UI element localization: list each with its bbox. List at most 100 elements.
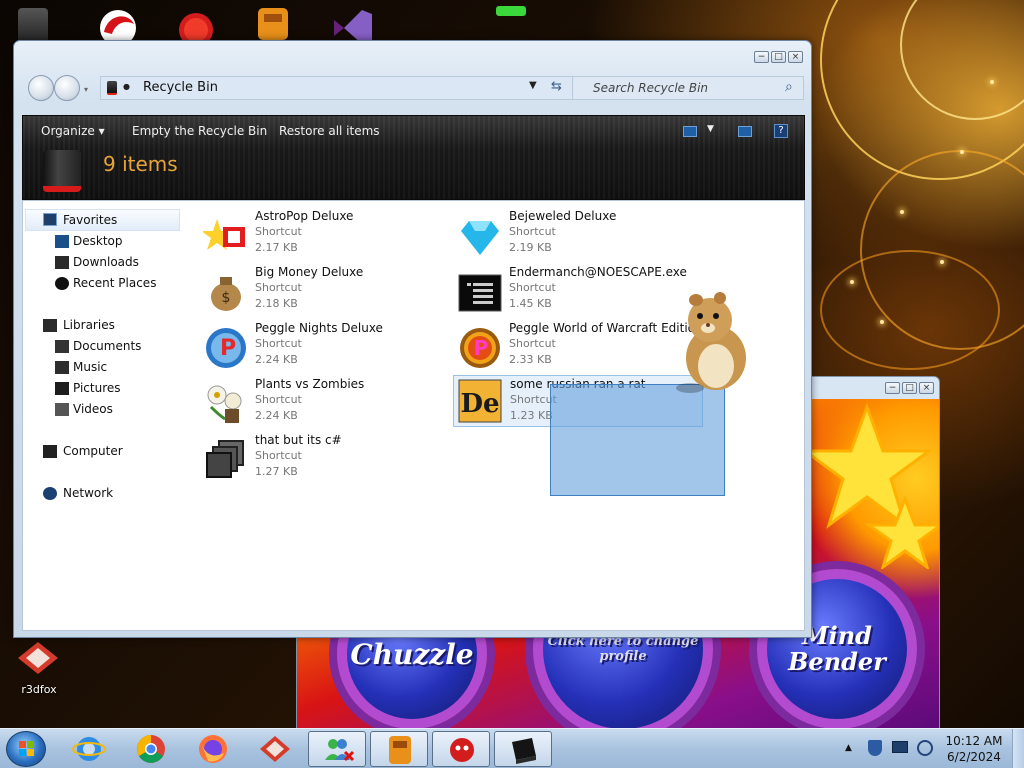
computer-icon (43, 445, 57, 458)
hamster-desktop-pet-icon[interactable] (668, 288, 754, 396)
file-item[interactable]: Plants vs Zombies Shortcut 2.24 KB (203, 377, 453, 429)
nav-libraries[interactable]: Libraries (63, 318, 115, 332)
forward-button[interactable] (54, 75, 80, 101)
nav-downloads[interactable]: Downloads (73, 255, 139, 269)
peggle-nights-icon: P (206, 328, 246, 368)
breadcrumb-separator-icon[interactable]: ● (123, 82, 130, 91)
taskbar-recycle-bin[interactable] (494, 731, 552, 767)
pictures-icon (55, 382, 69, 395)
view-dropdown-icon[interactable]: ▼ (707, 124, 714, 134)
file-type: Shortcut (255, 225, 302, 238)
selection-rectangle (550, 384, 725, 496)
network-tray-icon[interactable] (892, 741, 908, 753)
minimize-button[interactable]: − (754, 51, 769, 63)
search-placeholder: Search Recycle Bin (593, 81, 709, 95)
recycle-bin-desktop-icon[interactable] (18, 8, 48, 44)
file-name: AstroPop Deluxe (255, 209, 354, 223)
nav-videos[interactable]: Videos (73, 402, 113, 416)
file-item[interactable]: $ Big Money Deluxe Shortcut 2.18 KB (203, 265, 453, 317)
clock-time[interactable]: 10:12 AM (944, 734, 1004, 748)
file-item[interactable]: that but its c# Shortcut 1.27 KB (203, 433, 453, 485)
empty-recycle-bin-button[interactable]: Empty the Recycle Bin (132, 124, 267, 138)
sparkle (940, 260, 944, 264)
file-type: Shortcut (255, 337, 302, 350)
svg-text:$: $ (222, 290, 231, 306)
search-recycle-bin-input[interactable]: Search Recycle Bin ⌕ (572, 76, 804, 100)
taskbar-firefox[interactable] (184, 731, 242, 767)
show-hidden-icons-icon[interactable]: ▲ (845, 743, 852, 753)
taskbar: ▲ 10:12 AM 6/2/2024 (0, 728, 1024, 768)
address-text[interactable]: Recycle Bin (143, 80, 218, 95)
svg-text:P: P (220, 336, 236, 361)
file-size: 2.19 KB (509, 241, 552, 254)
back-button[interactable] (28, 75, 54, 101)
maximize-button[interactable]: □ (771, 51, 786, 63)
nav-favorites[interactable]: Favorites (63, 213, 117, 227)
file-type: Shortcut (255, 281, 302, 294)
libraries-icon (43, 319, 57, 332)
users-icon (325, 739, 355, 762)
money-bag-icon: $ (211, 277, 241, 311)
nav-documents[interactable]: Documents (73, 339, 141, 353)
recycle-bin-small-icon (107, 81, 117, 95)
file-name: that but its c# (255, 433, 342, 447)
nav-music[interactable]: Music (73, 360, 107, 374)
volume-icon[interactable] (917, 740, 933, 756)
address-bar[interactable]: ● Recycle Bin ▼ ⇆ (100, 76, 574, 100)
file-type: Shortcut (509, 225, 556, 238)
nav-network[interactable]: Network (63, 486, 113, 500)
peggle-wow-icon: P (460, 328, 500, 368)
file-name: Endermanch@NOESCAPE.exe (509, 265, 687, 279)
preview-pane-icon[interactable] (738, 126, 752, 137)
command-bar: Organize ▾ Empty the Recycle Bin Restore… (22, 115, 805, 200)
item-count: 9 items (103, 152, 178, 176)
nav-recent-places[interactable]: Recent Places (73, 276, 156, 290)
history-dropdown-icon[interactable]: ▾ (84, 85, 88, 94)
close-button[interactable]: × (788, 51, 803, 63)
minimize-button[interactable]: − (885, 382, 900, 394)
firefox-icon (199, 735, 227, 763)
file-type: Shortcut (509, 281, 556, 294)
nav-desktop[interactable]: Desktop (73, 234, 123, 248)
nav-computer[interactable]: Computer (63, 444, 123, 458)
clock-date[interactable]: 6/2/2024 (944, 750, 1004, 764)
search-icon[interactable]: ⌕ (785, 79, 793, 95)
astropop-icon (203, 219, 245, 250)
close-button[interactable]: × (919, 382, 934, 394)
file-item[interactable]: AstroPop Deluxe Shortcut 2.17 KB (203, 209, 453, 261)
taskbar-messenger[interactable] (308, 731, 366, 767)
file-name: Plants vs Zombies (255, 377, 365, 391)
r3dfox-shortcut-icon[interactable] (14, 638, 62, 684)
address-dropdown-icon[interactable]: ▼ (529, 80, 537, 91)
change-view-icon[interactable] (683, 126, 697, 137)
taskbar-chrome[interactable] (122, 731, 180, 767)
taskbar-r3dfox[interactable] (246, 731, 304, 767)
music-icon (55, 361, 69, 374)
taskbar-peggle[interactable] (432, 731, 490, 767)
file-item[interactable]: P Peggle Nights Deluxe Shortcut 2.24 KB (203, 321, 453, 373)
maximize-button[interactable]: □ (902, 382, 917, 394)
organize-button[interactable]: Organize ▾ (41, 124, 105, 138)
restore-all-items-button[interactable]: Restore all items (279, 124, 380, 138)
security-shield-icon[interactable] (868, 740, 882, 756)
file-name: Big Money Deluxe (255, 265, 364, 279)
stacked-windows-icon (206, 440, 244, 478)
r3dfox-icon (260, 736, 290, 762)
show-desktop-button[interactable] (1012, 729, 1024, 768)
file-size: 2.24 KB (255, 353, 298, 366)
windows-logo-icon (19, 741, 34, 756)
navigation-bar: ▾ ● Recycle Bin ▼ ⇆ Search Recycle Bin ⌕ (24, 73, 804, 103)
help-icon[interactable]: ? (774, 124, 788, 138)
start-button[interactable] (6, 731, 46, 767)
internet-explorer-icon (72, 737, 106, 761)
star-decoration-icon (800, 402, 939, 569)
taskbar-astropop[interactable] (370, 731, 428, 767)
file-item[interactable]: Bejeweled Deluxe Shortcut 2.19 KB (457, 209, 707, 261)
refresh-icon[interactable]: ⇆ (551, 79, 562, 94)
peggle-taskbar-icon (450, 738, 474, 762)
sparkle (990, 80, 994, 84)
taskbar-internet-explorer[interactable] (60, 731, 118, 767)
file-size: 2.18 KB (255, 297, 298, 310)
file-name: Bejeweled Deluxe (509, 209, 617, 223)
nav-pictures[interactable]: Pictures (73, 381, 121, 395)
